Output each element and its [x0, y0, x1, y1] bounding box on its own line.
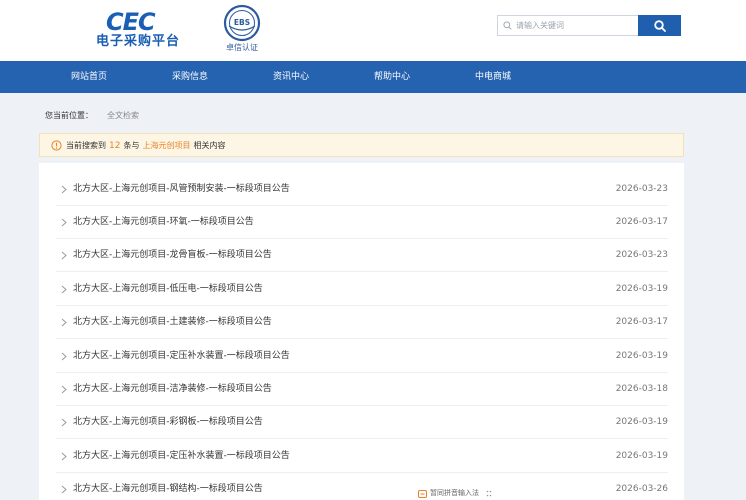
ime-label: 暂同拼音输入法	[430, 489, 479, 497]
chevron-right-icon	[61, 285, 67, 294]
nav-item-mall[interactable]: 中电商城	[475, 61, 511, 93]
result-date: 2026-03-17	[615, 217, 668, 227]
drag-handle-icon[interactable]	[486, 490, 492, 498]
chevron-right-icon	[61, 251, 67, 260]
result-date: 2026-03-19	[615, 451, 668, 461]
result-title[interactable]: 北方大区-上海元创项目-彩钢板-一标段项目公告	[73, 406, 263, 439]
breadcrumb: 您当前位置： 全文检索	[45, 110, 139, 121]
breadcrumb-label: 您当前位置：	[45, 111, 93, 120]
search-icon	[653, 19, 666, 32]
result-date: 2026-03-23	[615, 250, 668, 260]
search-field-icon	[503, 21, 512, 30]
nav-item-help[interactable]: 帮助中心	[374, 61, 410, 93]
list-item[interactable]: 北方大区-上海元创项目-低压电-一标段项目公告 2026-03-19	[56, 273, 668, 306]
result-title[interactable]: 北方大区-上海元创项目-风管预制安装-一标段项目公告	[73, 173, 290, 206]
result-title[interactable]: 北方大区-上海元创项目-洁净装修-一标段项目公告	[73, 373, 272, 406]
result-date: 2026-03-19	[615, 417, 668, 427]
result-title[interactable]: 北方大区-上海元创项目-定压补水装置-一标段项目公告	[73, 440, 290, 473]
chevron-right-icon	[61, 452, 67, 461]
chevron-right-icon	[61, 485, 67, 494]
result-date: 2026-03-26	[615, 484, 668, 494]
chevron-right-icon	[61, 352, 67, 361]
nav-item-home[interactable]: 网站首页	[71, 61, 107, 93]
notice-text: 当前搜索到 12 条与 上海元创项目 相关内容	[66, 134, 225, 158]
site-header: CEC 电子采购平台 EBS 卓信认证	[0, 0, 746, 61]
result-title[interactable]: 北方大区-上海元创项目-钢结构-一标段项目公告	[73, 473, 263, 500]
search-result-notice: 当前搜索到 12 条与 上海元创项目 相关内容	[39, 133, 684, 157]
list-item[interactable]: 北方大区-上海元创项目-龙骨盲板-一标段项目公告 2026-03-23	[56, 239, 668, 272]
result-title[interactable]: 北方大区-上海元创项目-龙骨盲板-一标段项目公告	[73, 239, 272, 272]
chevron-right-icon	[61, 418, 67, 427]
result-date: 2026-03-18	[615, 384, 668, 394]
chevron-right-icon	[61, 318, 67, 327]
list-item[interactable]: 北方大区-上海元创项目-定压补水装置-一标段项目公告 2026-03-19	[56, 340, 668, 373]
breadcrumb-current[interactable]: 全文检索	[107, 111, 139, 120]
list-item[interactable]: 北方大区-上海元创项目-钢结构-一标段项目公告 2026-03-26	[56, 473, 668, 500]
result-title[interactable]: 北方大区-上海元创项目-土建装修-一标段项目公告	[73, 306, 272, 339]
result-date: 2026-03-19	[615, 284, 668, 294]
notice-suffix: 相关内容	[193, 141, 226, 150]
notice-middle: 条与	[123, 141, 140, 150]
chevron-right-icon	[61, 385, 67, 394]
ime-icon	[418, 490, 427, 498]
notice-prefix: 当前搜索到	[66, 141, 106, 150]
list-item[interactable]: 北方大区-上海元创项目-洁净装修-一标段项目公告 2026-03-18	[56, 373, 668, 406]
ebs-seal-icon: EBS	[223, 4, 261, 42]
cec-logo[interactable]: CEC 电子采购平台	[96, 8, 186, 49]
list-item[interactable]: 北方大区-上海元创项目-环氧-一标段项目公告 2026-03-17	[56, 206, 668, 239]
list-item[interactable]: 北方大区-上海元创项目-彩钢板-一标段项目公告 2026-03-19	[56, 406, 668, 439]
ime-indicator[interactable]: 暂同拼音输入法	[418, 488, 479, 500]
list-item[interactable]: 北方大区-上海元创项目-风管预制安装-一标段项目公告 2026-03-23	[56, 173, 668, 206]
result-date: 2026-03-17	[615, 317, 668, 327]
chevron-right-icon	[61, 185, 67, 194]
result-title[interactable]: 北方大区-上海元创项目-低压电-一标段项目公告	[73, 273, 263, 306]
result-title[interactable]: 北方大区-上海元创项目-环氧-一标段项目公告	[73, 206, 254, 239]
result-count: 12	[109, 141, 121, 151]
ebs-seal-text: EBS	[234, 18, 250, 27]
results-panel: 北方大区-上海元创项目-风管预制安装-一标段项目公告 2026-03-23 北方…	[39, 163, 684, 500]
cec-logo-subtitle: 电子采购平台	[96, 34, 181, 49]
list-item[interactable]: 北方大区-上海元创项目-定压补水装置-一标段项目公告 2026-03-19	[56, 440, 668, 473]
nav-item-procurement[interactable]: 采购信息	[172, 61, 208, 93]
search-button[interactable]	[638, 15, 681, 36]
ebs-label: 卓信认证	[226, 43, 258, 52]
list-item[interactable]: 北方大区-上海元创项目-土建装修-一标段项目公告 2026-03-17	[56, 306, 668, 339]
nav-item-news[interactable]: 资讯中心	[273, 61, 309, 93]
search-bar	[497, 15, 684, 36]
search-input[interactable]	[497, 15, 640, 36]
search-keyword: 上海元创项目	[142, 141, 191, 150]
ebs-certification-logo: EBS 卓信认证	[220, 4, 264, 54]
info-icon	[51, 140, 62, 151]
chevron-right-icon	[61, 218, 67, 227]
main-nav: 网站首页 采购信息 资讯中心 帮助中心 中电商城	[0, 61, 746, 93]
result-date: 2026-03-19	[615, 351, 668, 361]
result-title[interactable]: 北方大区-上海元创项目-定压补水装置-一标段项目公告	[73, 340, 290, 373]
result-date: 2026-03-23	[615, 184, 668, 194]
